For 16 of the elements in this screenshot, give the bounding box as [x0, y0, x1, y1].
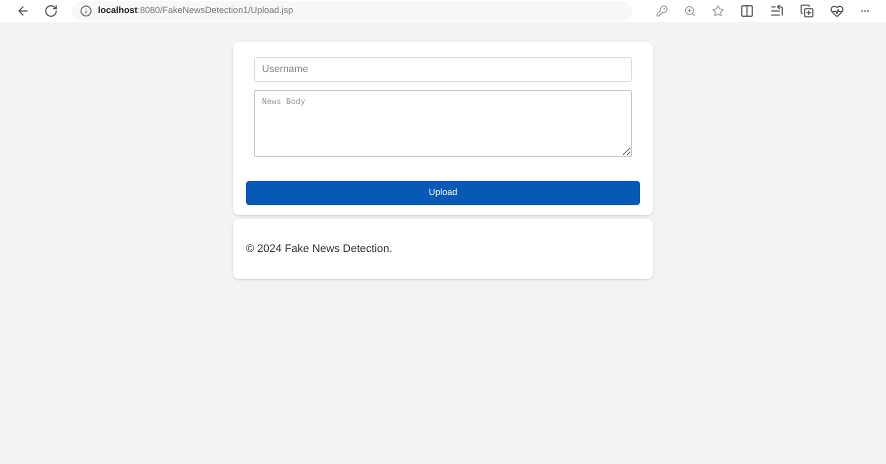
info-icon[interactable] [80, 5, 92, 17]
favorites-icon[interactable] [770, 4, 784, 18]
url-text: localhost:8080/FakeNewsDetection1/Upload.jsp [98, 4, 294, 18]
health-icon[interactable] [830, 4, 844, 18]
back-icon[interactable] [16, 4, 30, 18]
news-body-field[interactable]: News Body [254, 90, 632, 157]
refresh-icon[interactable] [44, 4, 58, 18]
username-field[interactable]: Username [254, 57, 632, 82]
star-icon[interactable] [712, 5, 724, 17]
footer-text: © 2024 Fake News Detection. [246, 242, 392, 257]
zoom-icon[interactable] [684, 5, 696, 17]
key-icon[interactable] [656, 5, 668, 17]
upload-button[interactable]: Upload [246, 181, 640, 205]
address-bar[interactable]: localhost:8080/FakeNewsDetection1/Upload.jsp [72, 1, 632, 21]
split-screen-icon[interactable] [740, 4, 754, 18]
collections-icon[interactable] [800, 4, 814, 18]
